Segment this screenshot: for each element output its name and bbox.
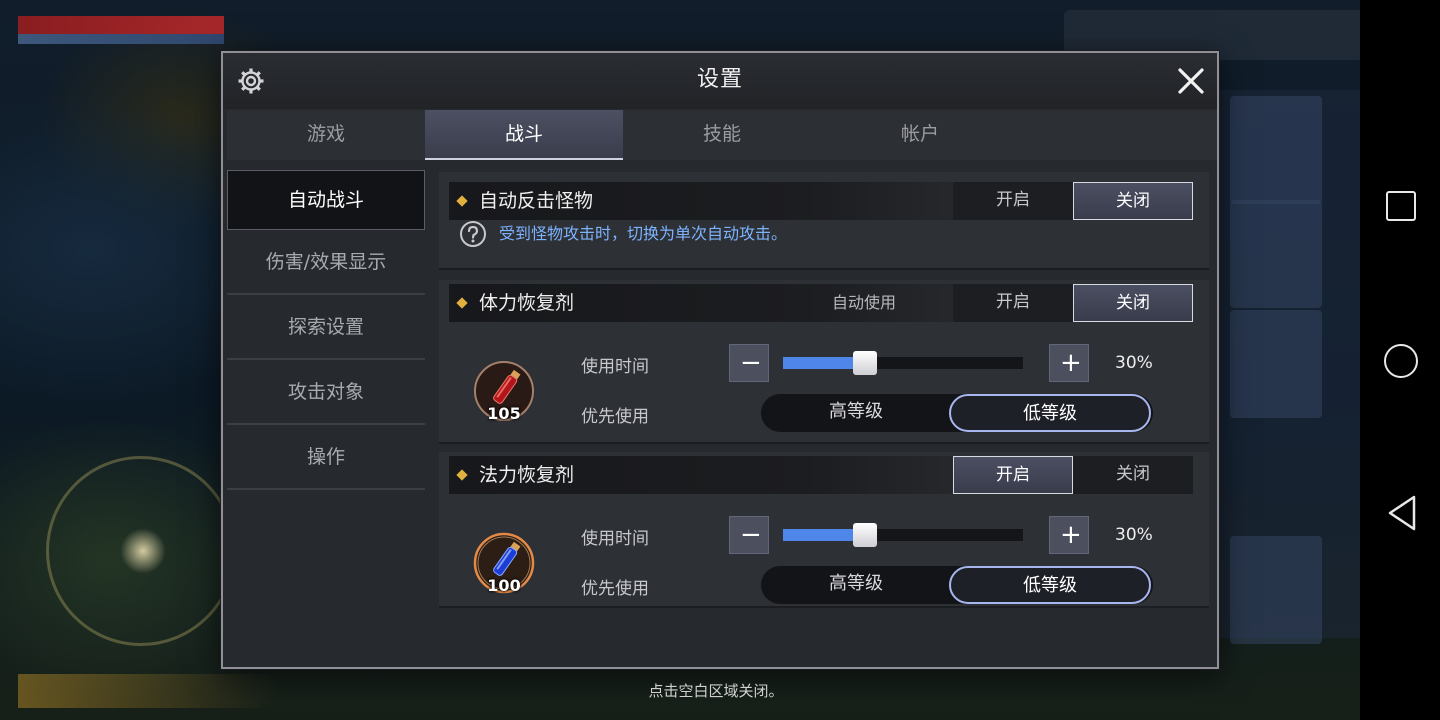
hp-use-time-value: 30% xyxy=(1115,353,1153,373)
bg-mana-bar xyxy=(18,34,224,44)
settings-dialog: 设置 游戏 战斗 技能 帐户 自动战斗 伤害/效果显示 探索设置 攻击对象 操作… xyxy=(221,51,1219,669)
hp-priority-selector: 高等级 低等级 xyxy=(761,394,1153,432)
mp-priority-high-button[interactable]: 高等级 xyxy=(761,566,951,604)
section-header: 自动反击怪物 xyxy=(449,182,961,220)
auto-use-label: 自动使用 xyxy=(832,293,897,312)
hp-potion-count: 105 xyxy=(487,404,521,423)
tab-game[interactable]: 游戏 xyxy=(227,110,425,160)
back-icon[interactable] xyxy=(1384,494,1420,532)
hp-priority-high-button[interactable]: 高等级 xyxy=(761,394,951,432)
mp-priority-selector: 高等级 低等级 xyxy=(761,566,1153,604)
bg-menu-cell xyxy=(1230,200,1322,308)
sidebar-item-attack-target[interactable]: 攻击对象 xyxy=(227,361,425,425)
counter-off-button[interactable]: 关闭 xyxy=(1073,182,1193,220)
mp-use-time-value: 30% xyxy=(1115,525,1153,545)
home-icon[interactable] xyxy=(1384,344,1418,378)
mp-toggle: 开启 关闭 xyxy=(953,456,1193,494)
close-icon[interactable] xyxy=(1175,65,1207,97)
diamond-bullet-icon xyxy=(456,297,468,309)
slider-handle[interactable] xyxy=(853,523,877,547)
use-time-label: 使用时间 xyxy=(581,529,649,549)
sidebar-item-explore-settings[interactable]: 探索设置 xyxy=(227,296,425,360)
bg-menu-cell xyxy=(1230,96,1322,204)
hp-priority-low-button[interactable]: 低等级 xyxy=(949,394,1151,432)
section-hp-potion: 体力恢复剂 自动使用 开启 关闭 105 使用时间 − + 30% 优先使用 高… xyxy=(439,280,1209,444)
settings-content: 自动反击怪物 开启 关闭 受到怪物攻击时，切换为单次自动攻击。 体力恢复剂 自动… xyxy=(439,172,1209,608)
counter-on-button[interactable]: 开启 xyxy=(953,182,1073,220)
section-title: 体力恢复剂 xyxy=(479,292,575,314)
mp-potion-count: 100 xyxy=(487,576,521,595)
section-title: 法力恢复剂 xyxy=(479,464,575,486)
hp-on-button[interactable]: 开启 xyxy=(953,284,1073,322)
tab-bar: 游戏 战斗 技能 帐户 xyxy=(227,110,1217,160)
sidebar-item-auto-battle[interactable]: 自动战斗 xyxy=(227,170,425,230)
counter-help-text: 受到怪物攻击时，切换为单次自动攻击。 xyxy=(499,224,788,243)
hp-toggle: 开启 关闭 xyxy=(953,284,1193,322)
bg-menu-cell xyxy=(1230,310,1322,418)
sidebar-item-controls[interactable]: 操作 xyxy=(227,426,425,490)
dialog-title: 设置 xyxy=(696,67,743,92)
mp-on-button[interactable]: 开启 xyxy=(953,456,1073,494)
mp-use-time-slider[interactable] xyxy=(783,523,1023,547)
tab-skills[interactable]: 技能 xyxy=(623,110,821,160)
question-icon[interactable] xyxy=(459,220,487,248)
sidebar-item-damage-display[interactable]: 伤害/效果显示 xyxy=(227,231,425,295)
section-header: 法力恢复剂 xyxy=(449,456,961,494)
section-header: 体力恢复剂 自动使用 xyxy=(449,284,961,322)
hp-decrease-button[interactable]: − xyxy=(729,344,769,382)
section-mp-potion: 法力恢复剂 开启 关闭 100 使用时间 − + 30% 优先使用 高等级 低等… xyxy=(439,452,1209,608)
plus-icon: + xyxy=(1060,348,1082,378)
counter-toggle: 开启 关闭 xyxy=(953,182,1193,220)
bg-joystick-knob xyxy=(120,528,166,574)
priority-label: 优先使用 xyxy=(581,579,649,599)
plus-icon: + xyxy=(1060,520,1082,550)
tap-outside-to-close-hint: 点击空白区域关闭。 xyxy=(648,682,784,700)
tab-combat[interactable]: 战斗 xyxy=(425,110,623,160)
mp-decrease-button[interactable]: − xyxy=(729,516,769,554)
priority-label: 优先使用 xyxy=(581,407,649,427)
use-time-label: 使用时间 xyxy=(581,357,649,377)
tab-account[interactable]: 帐户 xyxy=(821,110,1019,160)
mp-off-button[interactable]: 关闭 xyxy=(1073,456,1193,494)
minus-icon: − xyxy=(740,520,762,550)
bg-health-bar xyxy=(18,16,224,34)
hp-use-time-slider[interactable] xyxy=(783,351,1023,375)
recent-apps-icon[interactable] xyxy=(1386,191,1416,221)
hp-increase-button[interactable]: + xyxy=(1049,344,1089,382)
diamond-bullet-icon xyxy=(456,469,468,481)
mp-priority-low-button[interactable]: 低等级 xyxy=(949,566,1151,604)
hp-off-button[interactable]: 关闭 xyxy=(1073,284,1193,322)
bg-menu-cell xyxy=(1230,536,1322,644)
section-title: 自动反击怪物 xyxy=(479,190,594,212)
diamond-bullet-icon xyxy=(456,195,468,207)
slider-handle[interactable] xyxy=(853,351,877,375)
minus-icon: − xyxy=(740,348,762,378)
mp-increase-button[interactable]: + xyxy=(1049,516,1089,554)
section-auto-counter: 自动反击怪物 开启 关闭 受到怪物攻击时，切换为单次自动攻击。 xyxy=(439,172,1209,270)
